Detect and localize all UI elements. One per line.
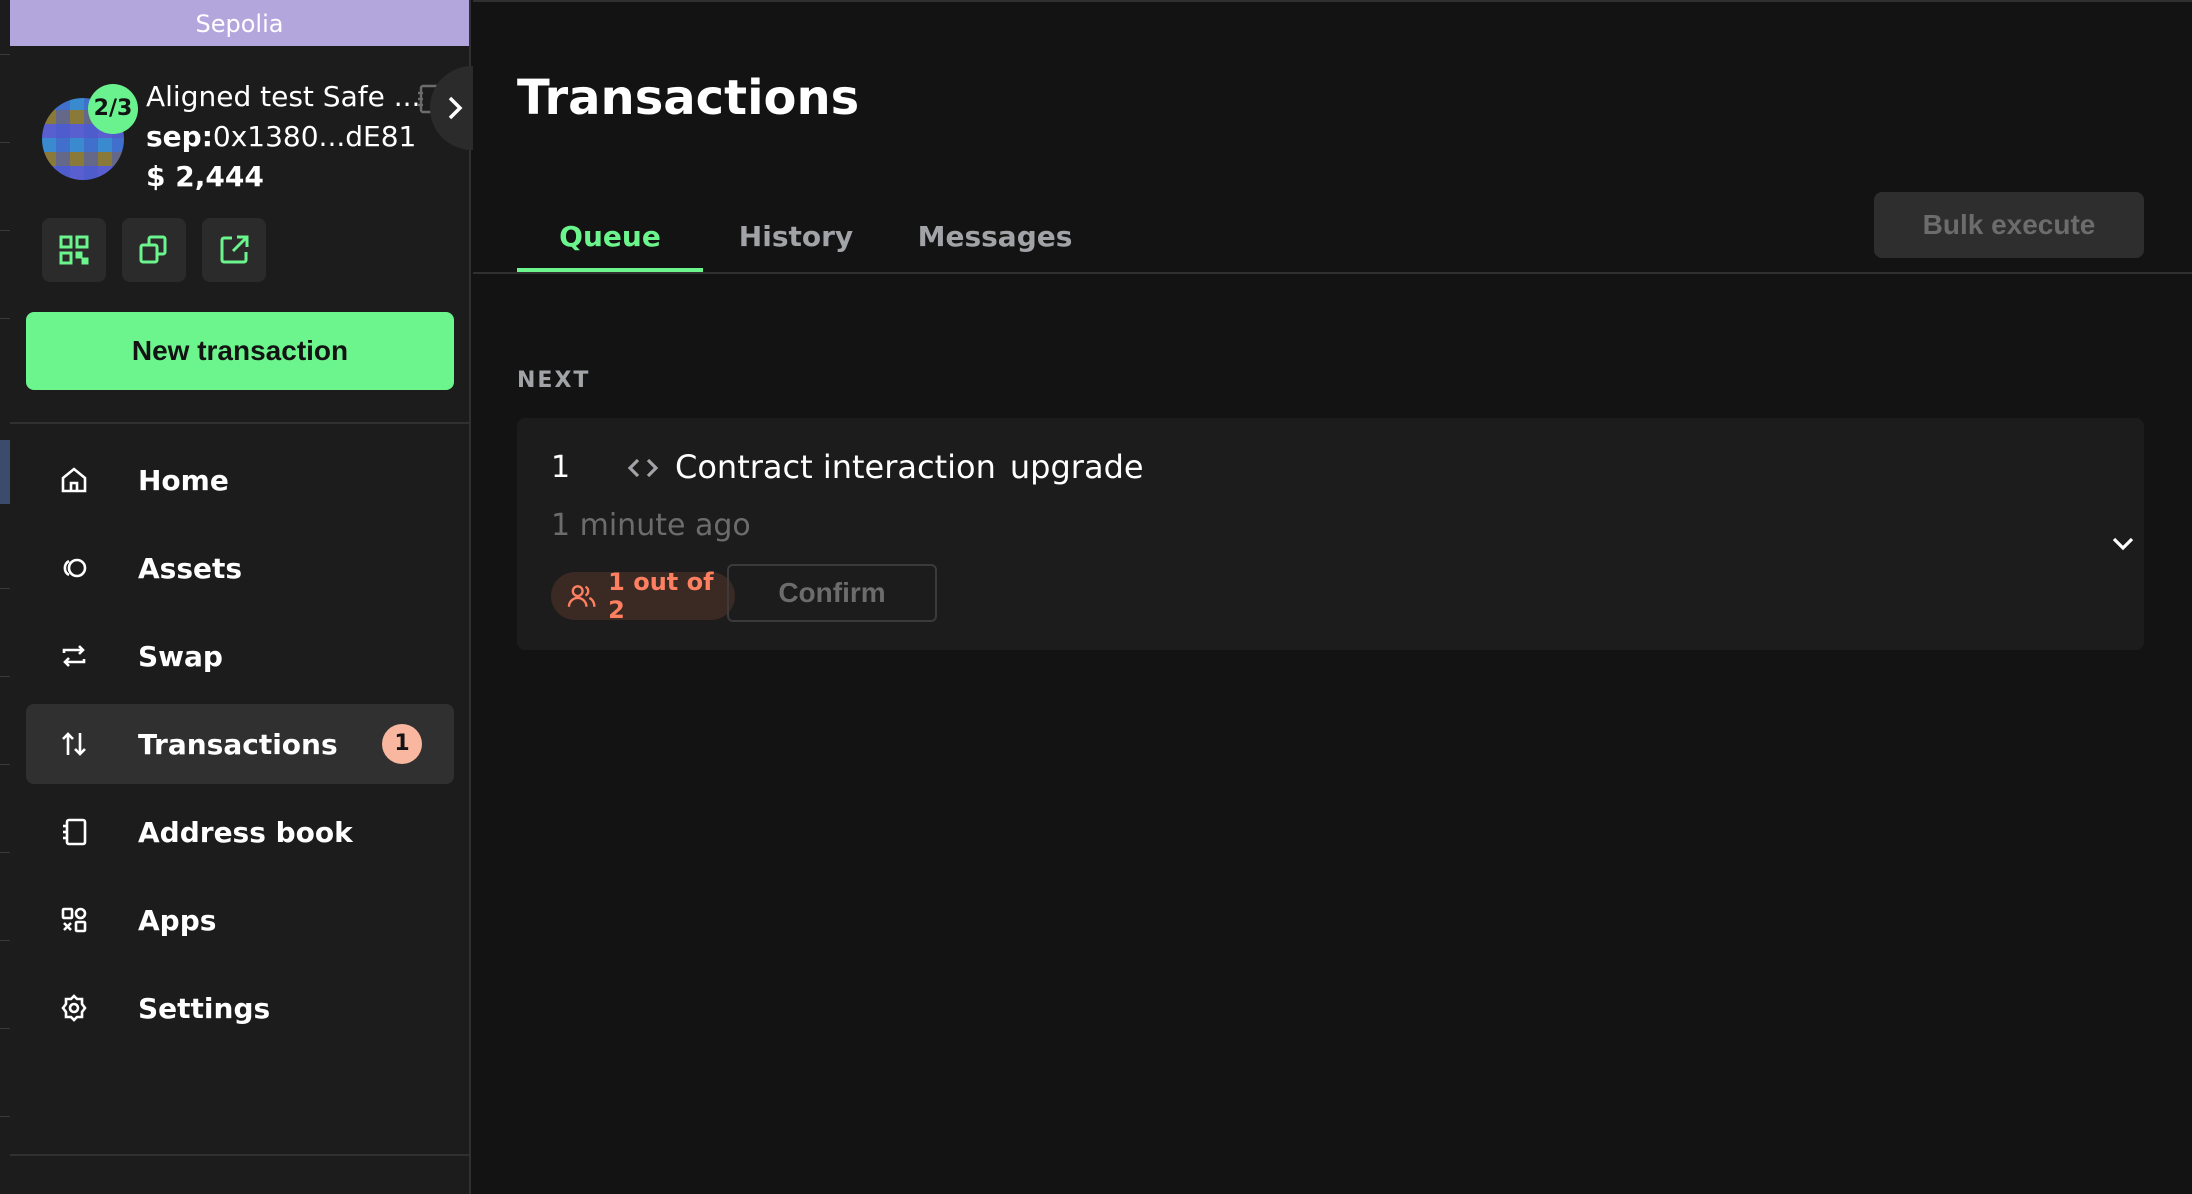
settings-icon xyxy=(58,992,90,1024)
edge-tick xyxy=(0,230,10,231)
tabs-divider xyxy=(473,272,2192,274)
edge-tick xyxy=(0,1028,10,1029)
copy-address-button[interactable] xyxy=(122,218,186,282)
qr-code-button[interactable] xyxy=(42,218,106,282)
safe-name: Aligned test Safe ... xyxy=(146,80,421,113)
page-title: Transactions xyxy=(517,70,860,126)
transactions-count-badge: 1 xyxy=(382,724,422,764)
safe-header: 2/3 Aligned test Safe ... sep:0x1380...d… xyxy=(10,46,471,424)
home-icon xyxy=(58,464,90,496)
signatures-count: 1 out of 2 xyxy=(608,568,714,624)
sidebar-item-swap[interactable]: Swap xyxy=(26,616,454,696)
edge-tick xyxy=(0,940,10,941)
external-link-icon xyxy=(220,235,249,264)
sidebar-item-label: Assets xyxy=(138,551,243,585)
sidebar-item-apps[interactable]: Apps xyxy=(26,880,454,960)
sidebar-item-label: Transactions xyxy=(138,727,338,761)
sidebar-item-label: Swap xyxy=(138,639,223,673)
sidebar-item-transactions[interactable]: Transactions 1 xyxy=(26,704,454,784)
threshold-badge: 2/3 xyxy=(88,84,138,134)
sidebar-item-label: Apps xyxy=(138,903,217,937)
chevron-down-icon[interactable] xyxy=(2107,528,2139,560)
edge-tick xyxy=(0,764,10,765)
edge-tick xyxy=(0,852,10,853)
main-content: Transactions Queue History Messages Bulk… xyxy=(473,0,2192,1194)
confirm-button[interactable]: Confirm xyxy=(727,564,937,622)
edge-tick xyxy=(0,318,10,319)
swap-icon xyxy=(58,640,90,672)
tab-history[interactable]: History xyxy=(703,198,889,274)
owners-icon xyxy=(567,585,596,607)
transaction-type-label: Contract interaction xyxy=(675,448,996,486)
signatures-badge: 1 out of 2 xyxy=(551,568,735,624)
network-label: Sepolia xyxy=(10,0,469,46)
sidebar-nav: Home Assets Swap Transactions 1 Address … xyxy=(26,440,454,1056)
bulk-execute-button[interactable]: Bulk execute xyxy=(1874,192,2144,258)
edge-tick xyxy=(0,142,10,143)
address-prefix: sep: xyxy=(146,120,213,153)
transaction-time: 1 minute ago xyxy=(551,508,751,543)
assets-icon xyxy=(58,552,90,584)
transaction-nonce: 1 xyxy=(551,450,571,485)
edge-mark xyxy=(0,440,10,504)
edge-tick xyxy=(0,54,10,55)
tab-messages[interactable]: Messages xyxy=(889,198,1101,274)
sidebar-item-label: Home xyxy=(138,463,229,497)
transactions-icon xyxy=(58,728,90,760)
sidebar-item-home[interactable]: Home xyxy=(26,440,454,520)
open-explorer-button[interactable] xyxy=(202,218,266,282)
sidebar-divider xyxy=(10,422,471,424)
qr-code-icon xyxy=(59,235,89,265)
edge-tick xyxy=(0,588,10,589)
chevron-right-icon xyxy=(448,96,463,120)
tab-queue[interactable]: Queue xyxy=(517,198,703,274)
address-book-icon xyxy=(58,816,90,848)
window-edge xyxy=(0,0,10,1194)
sidebar-item-assets[interactable]: Assets xyxy=(26,528,454,608)
sidebar-item-label: Settings xyxy=(138,991,271,1025)
edge-tick xyxy=(0,676,10,677)
transaction-method: upgrade xyxy=(1009,448,1144,486)
address-value: 0x1380...dE81 xyxy=(212,120,417,153)
safe-address[interactable]: sep:0x1380...dE81 xyxy=(146,120,416,153)
safe-balance: $ 2,444 xyxy=(146,160,264,193)
edge-tick xyxy=(0,1116,10,1117)
sidebar-item-address-book[interactable]: Address book xyxy=(26,792,454,872)
copy-icon xyxy=(139,235,167,264)
new-transaction-button[interactable]: New transaction xyxy=(26,312,454,390)
transaction-card[interactable]: 1 Contract interaction upgrade 1 minute a… xyxy=(517,418,2144,650)
sidebar-item-settings[interactable]: Settings xyxy=(26,968,454,1048)
transaction-type: Contract interaction upgrade xyxy=(675,448,1144,486)
sidebar: Sepolia 2/3 Aligned test Safe ... sep:0x… xyxy=(10,0,486,1194)
queue-section-label: NEXT xyxy=(517,368,591,393)
sidebar-footer-divider xyxy=(10,1154,471,1156)
code-icon xyxy=(627,452,659,484)
apps-icon xyxy=(58,904,90,936)
sidebar-item-label: Address book xyxy=(138,815,353,849)
